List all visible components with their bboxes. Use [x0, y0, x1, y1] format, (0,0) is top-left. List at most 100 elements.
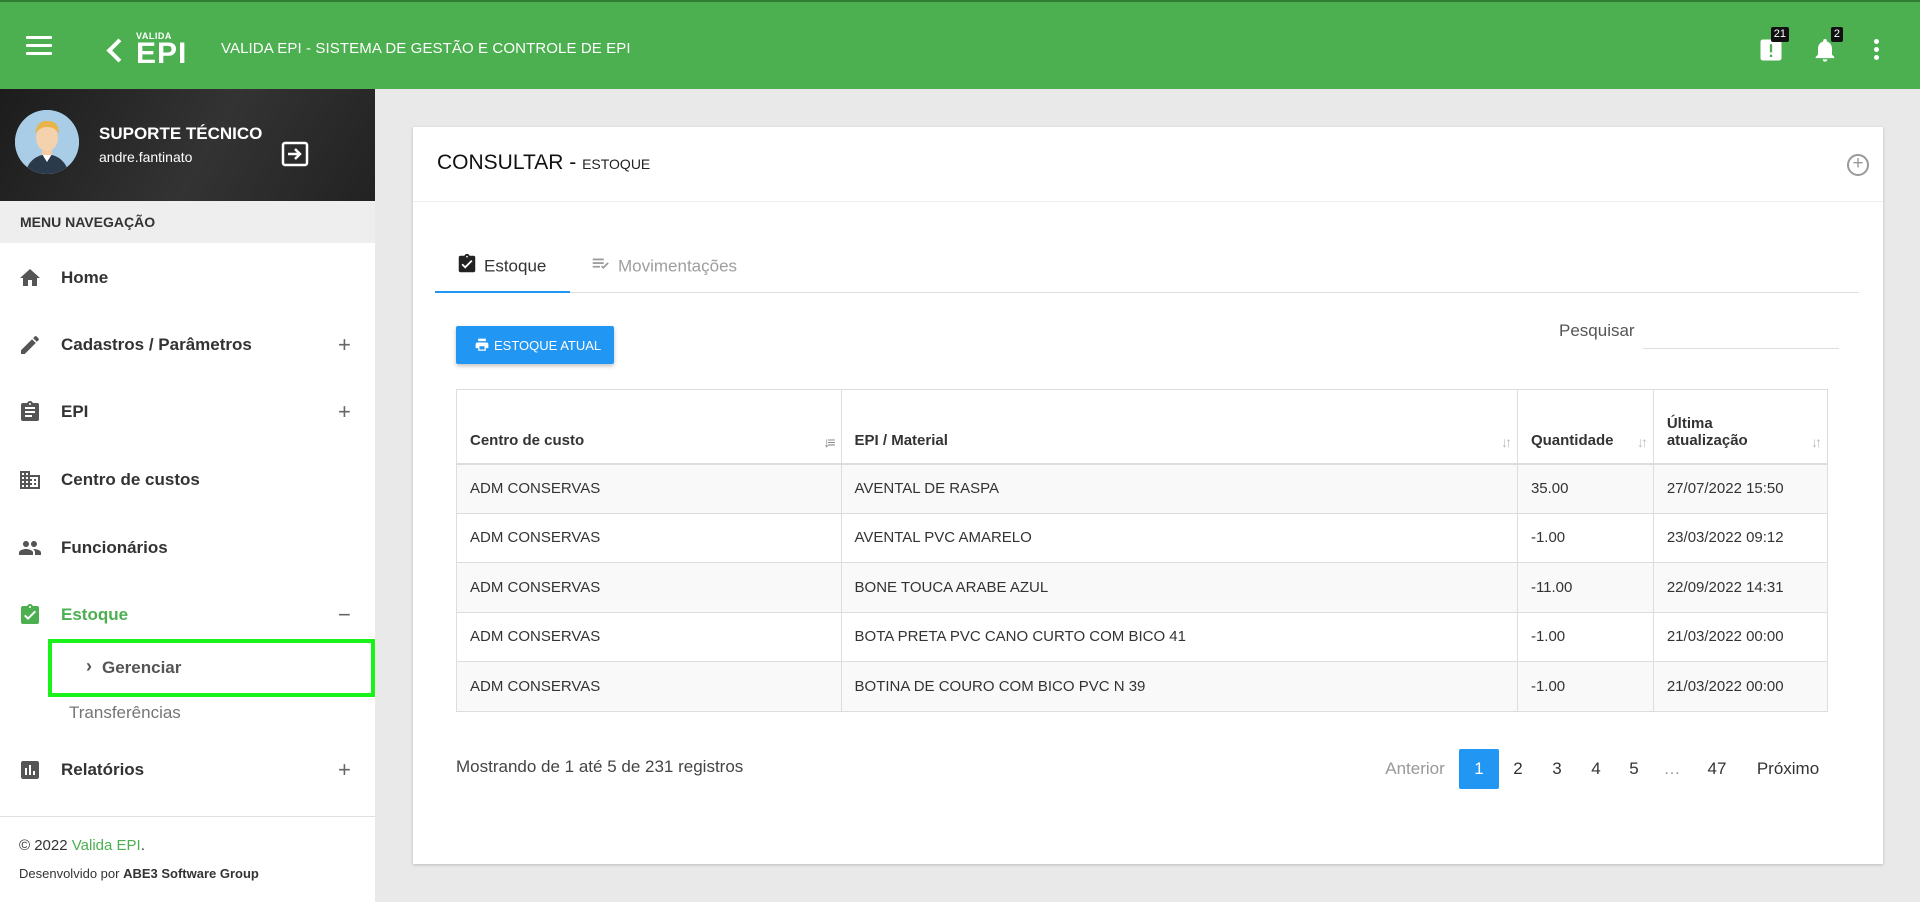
stock-table: Centro de custo ↓≡ EPI / Material ↓↑ Quant…	[456, 389, 1829, 712]
copyright-prefix: © 2022	[19, 837, 72, 854]
tab-label: Movimentações	[618, 256, 738, 276]
notifications-badge: 2	[1830, 27, 1843, 42]
table-row[interactable]: ADM CONSERVAS BOTA PRETA PVC CANO CURTO …	[456, 611, 1829, 662]
table-row[interactable]: ADM CONSERVAS BONE TOUCA ARABE AZUL -11.…	[456, 562, 1829, 613]
column-header-centro-de-custo[interactable]: Centro de custo ↓≡	[456, 389, 842, 465]
cell-centro-de-custo: ADM CONSERVAS	[456, 611, 842, 662]
cell-centro-de-custo: ADM CONSERVAS	[456, 512, 842, 563]
sidebar-footer: © 2022 Valida EPI. Desenvolvido por ABE3…	[0, 816, 375, 902]
pagination-previous[interactable]: Anterior	[1379, 749, 1451, 789]
page-title-main: CONSULTAR -	[437, 151, 583, 174]
pagination: Anterior 1 2 3 4 5 … 47 Próximo	[413, 749, 1883, 789]
people-icon	[19, 541, 41, 555]
search-input[interactable]	[1643, 311, 1839, 349]
printer-icon	[475, 338, 489, 351]
user-login: andre.fantinato	[99, 149, 193, 165]
sidebar-subitem-transferencias[interactable]: Transferências	[69, 703, 181, 723]
cell-epi-material: BONE TOUCA ARABE AZUL	[840, 562, 1518, 613]
user-name: SUPORTE TÉCNICO	[99, 124, 263, 143]
pagination-page-1[interactable]: 1	[1459, 749, 1499, 789]
home-icon	[20, 269, 40, 286]
pagination-page-4[interactable]: 4	[1577, 749, 1615, 789]
copyright-suffix: .	[140, 837, 145, 854]
sidebar-item-label: Funcionários	[61, 538, 168, 557]
pencil-icon	[21, 335, 39, 354]
cell-centro-de-custo: ADM CONSERVAS	[456, 463, 842, 514]
expand-icon: +	[338, 757, 351, 782]
sidebar-item-label: Estoque	[61, 605, 129, 624]
pagination-ellipsis: …	[1663, 759, 1681, 778]
estoque-atual-button[interactable]: ESTOQUE ATUAL	[456, 326, 614, 364]
alerts-button[interactable]: 21	[1757, 27, 1789, 64]
cell-quantidade: -1.00	[1516, 661, 1654, 712]
column-header-label: Centro de custo	[470, 431, 585, 449]
logo-big-text: EPI	[136, 36, 188, 70]
table-header-row: Centro de custo ↓≡ EPI / Material ↓↑ Quant…	[456, 389, 1829, 465]
sidebar-item-home[interactable]: Home	[0, 253, 375, 301]
page-subtitle: ESTOQUE	[582, 156, 651, 172]
avatar	[15, 110, 79, 174]
expand-icon: +	[338, 399, 351, 424]
cell-centro-de-custo: ADM CONSERVAS	[456, 661, 842, 712]
collapse-icon: −	[338, 602, 351, 627]
table-row[interactable]: ADM CONSERVAS BOTINA DE COURO COM BICO P…	[456, 661, 1829, 712]
expand-icon: +	[338, 332, 351, 357]
playlist-check-icon	[592, 258, 609, 270]
column-header-epi-material[interactable]: EPI / Material ↓↑	[840, 389, 1518, 465]
pagination-page-last[interactable]: 47	[1698, 749, 1736, 789]
cell-centro-de-custo: ADM CONSERVAS	[456, 562, 842, 613]
search-label: Pesquisar	[1559, 321, 1635, 340]
sidebar-item-label: Centro de custos	[61, 470, 200, 489]
app-logo[interactable]: VALIDA EPI	[106, 30, 187, 70]
sidebar-item-funcionarios[interactable]: Funcionários	[0, 523, 375, 571]
tab-movimentacoes[interactable]: Movimentações	[590, 243, 770, 293]
notifications-button[interactable]: 2	[1811, 27, 1843, 64]
sort-icon: ↓↑	[1636, 433, 1648, 450]
sidebar-item-relatorios[interactable]: Relatórios +	[0, 745, 375, 793]
valida-epi-link[interactable]: Valida EPI	[72, 837, 141, 854]
menu-header: MENU NAVEGAÇÃO	[0, 201, 375, 243]
tab-label: Estoque	[484, 256, 547, 276]
pagination-page-2[interactable]: 2	[1499, 749, 1537, 789]
cell-epi-material: BOTA PRETA PVC CANO CURTO COM BICO 41	[840, 611, 1518, 662]
sidebar-item-epi[interactable]: EPI +	[0, 387, 375, 435]
hamburger-menu-icon[interactable]	[26, 36, 52, 56]
estoque-atual-label: ESTOQUE ATUAL	[494, 337, 602, 353]
pagination-next[interactable]: Próximo	[1743, 749, 1833, 789]
sidebar-item-centro-de-custos[interactable]: Centro de custos	[0, 455, 375, 503]
tab-estoque[interactable]: Estoque	[435, 243, 570, 293]
sort-icon: ↓↑	[1811, 433, 1822, 450]
table-row[interactable]: ADM CONSERVAS AVENTAL PVC AMARELO -1.00 …	[456, 512, 1829, 563]
column-header-ultima-atualizacao[interactable]: Última atualização ↓↑	[1652, 389, 1829, 465]
clipboard-icon	[21, 401, 39, 421]
app-title: VALIDA EPI - SISTEMA DE GESTÃO E CONTROL…	[221, 40, 631, 57]
column-header-quantidade[interactable]: Quantidade ↓↑	[1516, 389, 1654, 465]
column-header-label: EPI / Material	[854, 431, 948, 449]
logout-icon[interactable]	[280, 141, 310, 167]
copyright: © 2022 Valida EPI.	[19, 837, 375, 854]
cell-ultima-atualizacao: 23/03/2022 09:12	[1652, 512, 1829, 563]
sidebar-item-label: Home	[61, 268, 109, 287]
sidebar-item-cadastros[interactable]: Cadastros / Parâmetros +	[0, 320, 375, 368]
add-circle-icon[interactable]: +	[1847, 154, 1869, 176]
alerts-badge: 21	[1770, 27, 1789, 42]
developer-credit: Desenvolvido por ABE3 Software Group	[19, 866, 375, 881]
more-options-icon[interactable]	[1874, 39, 1880, 61]
sidebar-item-label: Cadastros / Parâmetros	[61, 335, 252, 354]
table-row[interactable]: ADM CONSERVAS AVENTAL DE RASPA 35.00 27/…	[456, 463, 1829, 514]
sidebar-subitem-gerenciar[interactable]: › Gerenciar	[48, 639, 375, 697]
sort-icon: ↓↑	[1500, 433, 1512, 450]
cell-ultima-atualizacao: 22/09/2022 14:31	[1652, 562, 1829, 613]
sidebar-item-estoque[interactable]: Estoque −	[0, 590, 375, 638]
sidebar-item-label: EPI	[61, 402, 89, 421]
logo-mark-icon	[106, 35, 132, 65]
clipboard-check-icon	[21, 604, 39, 624]
cell-quantidade: -1.00	[1516, 512, 1654, 563]
pagination-page-3[interactable]: 3	[1538, 749, 1576, 789]
sort-asc-icon: ↓≡	[823, 433, 835, 450]
stock-card: CONSULTAR - ESTOQUE + Estoque Movimentaç…	[413, 127, 1883, 864]
cell-quantidade: 35.00	[1516, 463, 1654, 514]
card-header: CONSULTAR - ESTOQUE +	[413, 127, 1883, 202]
pagination-page-5[interactable]: 5	[1615, 749, 1653, 789]
clipboard-check-icon	[458, 253, 476, 273]
